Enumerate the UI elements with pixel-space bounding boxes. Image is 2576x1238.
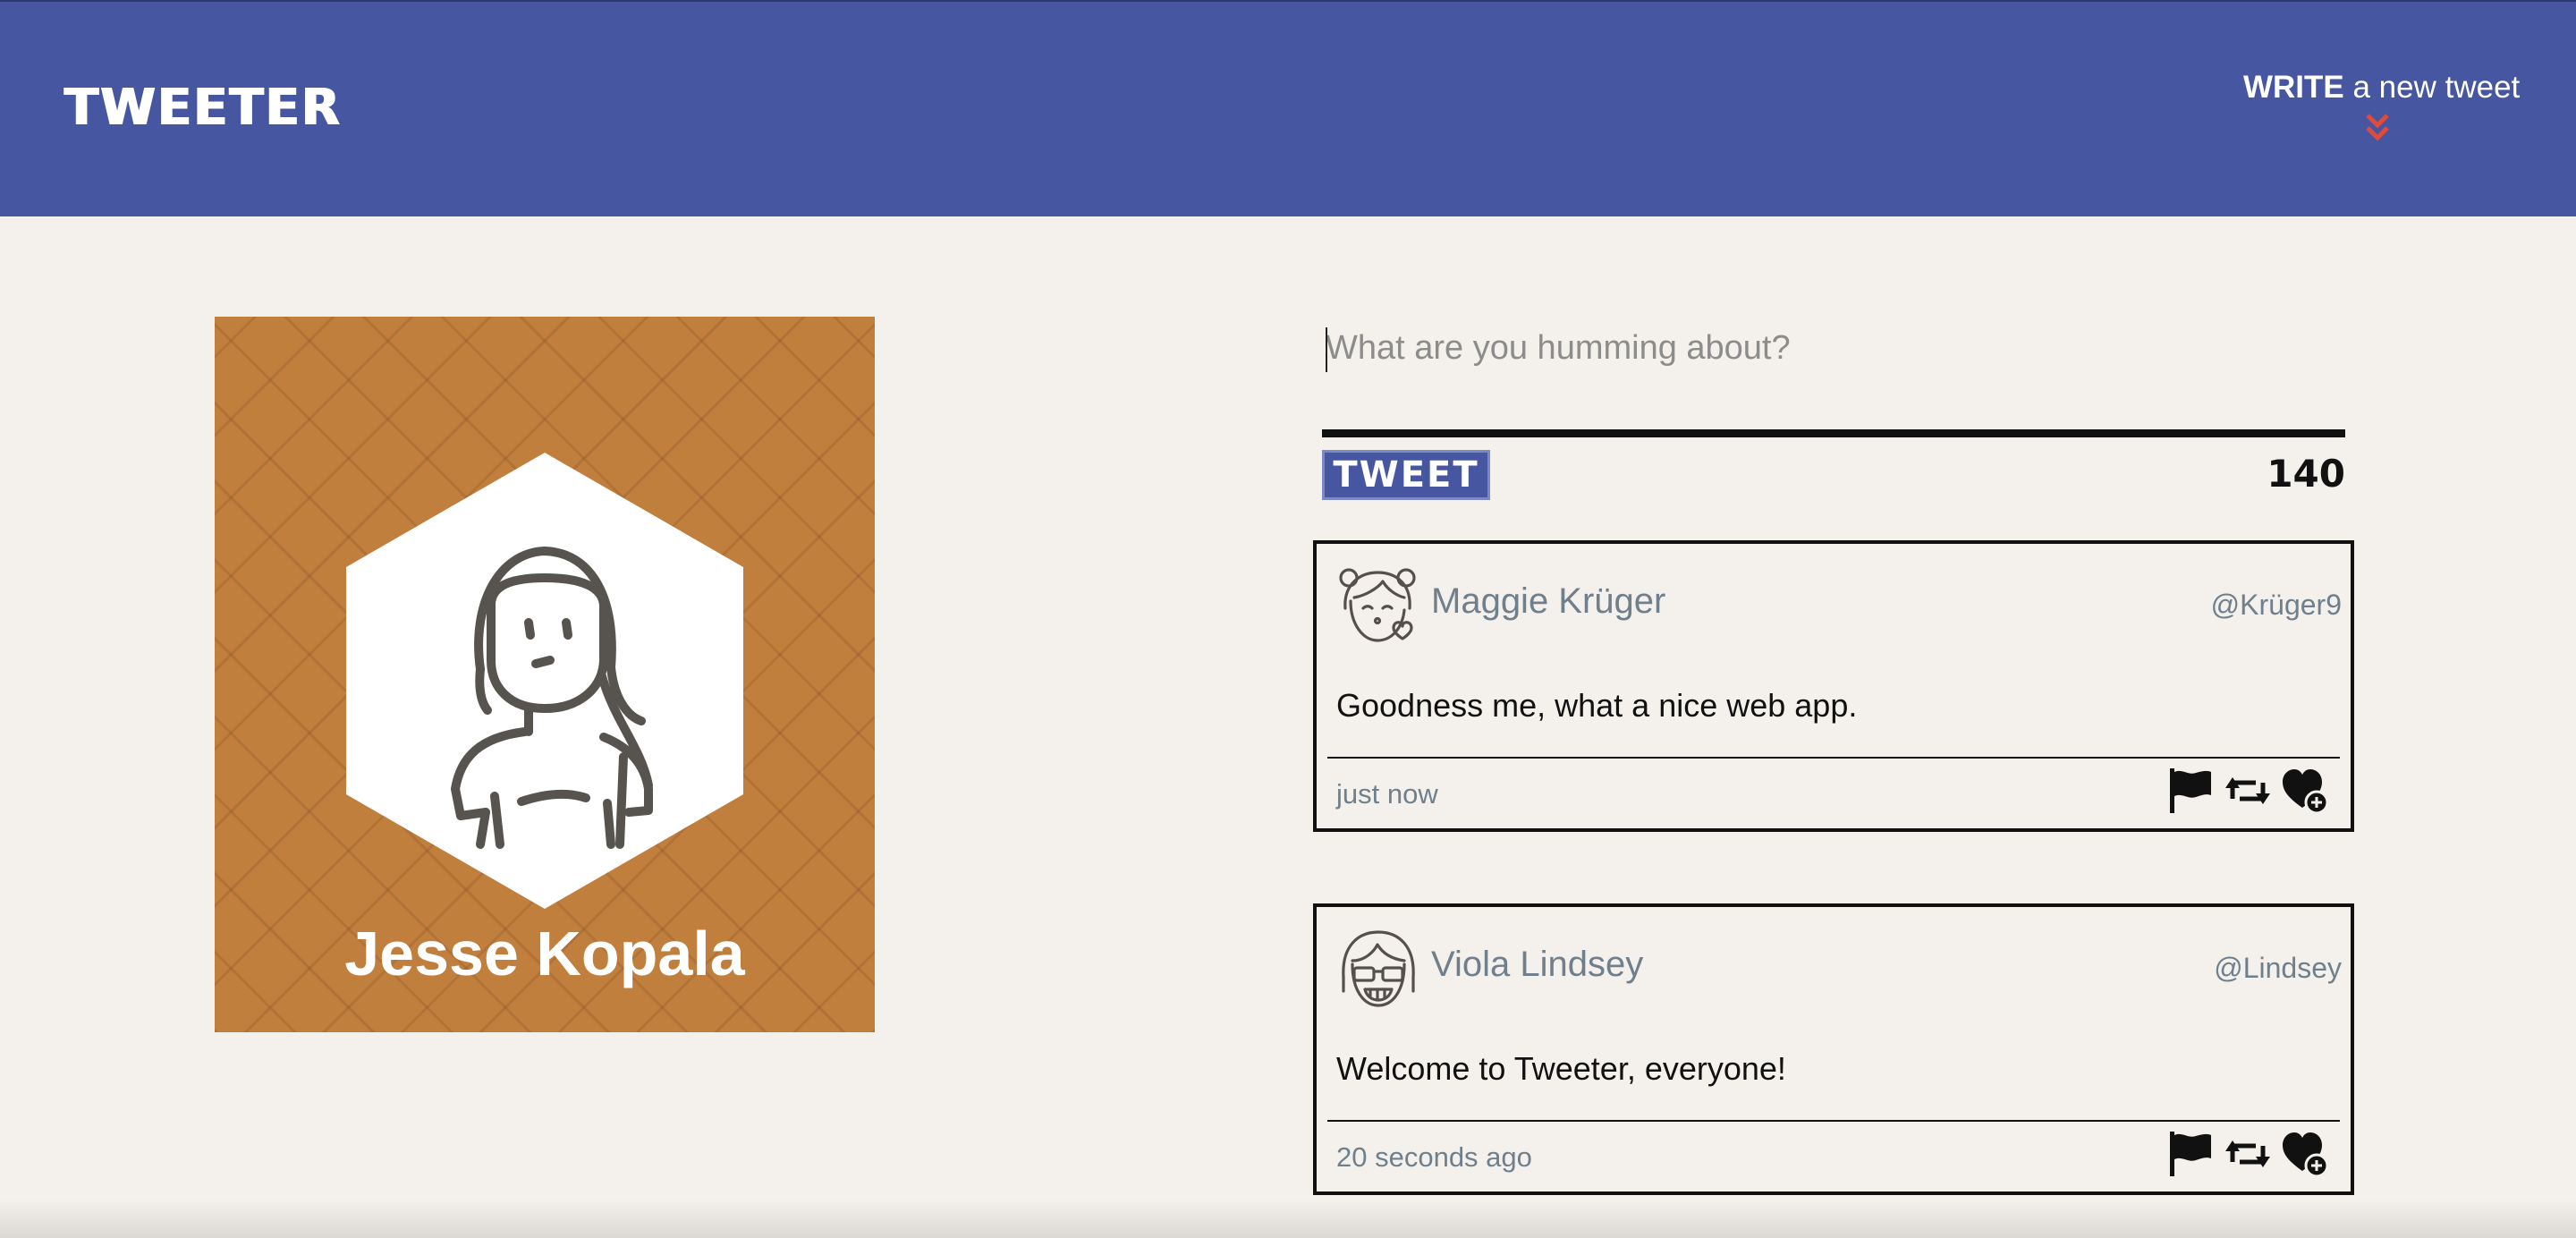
tweet-timestamp: just now [1336,778,1438,810]
girl-kiss-avatar-icon [1339,568,1416,642]
flag-icon[interactable] [2166,767,2215,815]
tweet-submit-button[interactable]: TWEET [1322,450,1490,500]
composer-controls: TWEET 140 [1322,450,2345,513]
woman-avatar-icon [346,453,743,909]
profile-card: Jesse Kopala [215,317,875,1032]
top-nav: TWEETER WRITE a new tweet [0,0,2576,216]
tweet-timestamp: 20 seconds ago [1336,1141,1532,1173]
bottom-shadow [0,1199,2576,1238]
tweet-author: Viola Lindsey [1431,945,1644,984]
composer-divider [1322,429,2345,437]
brand-logo[interactable]: TWEETER [64,79,342,137]
new-tweet-form: TWEET 140 [1322,318,2345,513]
girl-glasses-avatar-icon [1342,930,1415,1007]
tweet-divider [1327,757,2340,759]
write-rest-text: a new tweet [2343,70,2521,105]
tweet-card: Maggie Krüger @Krüger9 Goodness me, what… [1313,540,2354,832]
tweet-content: Goodness me, what a nice web app. [1336,687,1858,724]
tweet-divider [1327,1120,2340,1122]
write-new-tweet-toggle[interactable]: WRITE a new tweet [2243,70,2520,143]
heart-plus-icon[interactable] [2281,767,2329,815]
double-chevron-down-icon[interactable] [2364,113,2391,143]
tweet-actions [2166,1129,2329,1179]
profile-name: Jesse Kopala [344,919,745,988]
retweet-icon[interactable] [2224,1130,2272,1178]
flag-icon[interactable] [2166,1130,2215,1178]
tweet-content: Welcome to Tweeter, everyone! [1336,1050,1786,1087]
tweet-input[interactable] [1322,318,2345,429]
heart-plus-icon[interactable] [2281,1130,2329,1178]
tweet-actions [2166,766,2329,816]
tweet-card: Viola Lindsey @Lindsey Welcome to Tweete… [1313,903,2354,1195]
character-counter: 140 [2267,452,2345,496]
write-strong-text: WRITE [2243,70,2344,105]
tweet-author: Maggie Krüger [1431,581,1666,621]
retweet-icon[interactable] [2224,767,2272,815]
tweet-handle[interactable]: @Krüger9 [2211,589,2342,622]
text-cursor [1326,327,1327,372]
write-new-tweet-label[interactable]: WRITE a new tweet [2243,70,2520,106]
tweet-handle[interactable]: @Lindsey [2214,952,2342,985]
